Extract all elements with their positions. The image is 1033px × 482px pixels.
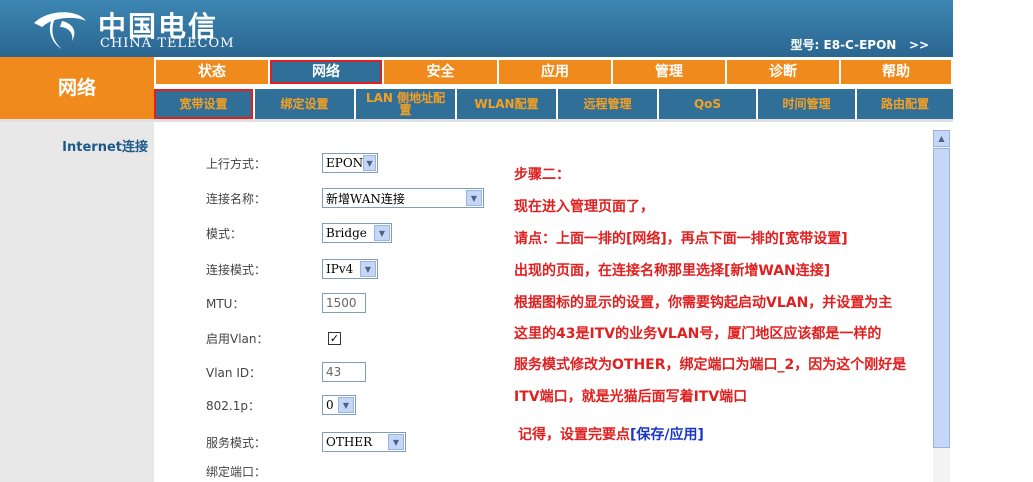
conn-name-value: 新增WAN连接 [326, 191, 405, 206]
annotation-line9-prefix: 记得，设置完要点 [518, 427, 630, 443]
subtab-broadband[interactable]: 宽带设置 [154, 89, 253, 119]
row-uplink: 上行方式： EPON ▼ [206, 152, 378, 174]
annotation-line5: 根据图标的显示的设置，你需要钩起启动VLAN，并设置为主 [514, 295, 893, 311]
content-area: 上行方式： EPON ▼ 连接名称： 新增WAN连接 ▼ 模式： Bridge … [154, 122, 933, 482]
annotation-line4: 出现的页面，在连接名称那里选择[新增WAN连接] [514, 263, 831, 279]
subtab-routing-label: 路由配置 [880, 97, 929, 111]
annotation-line9: 记得，设置完要点[保存/应用] [518, 424, 704, 444]
row-conn-name: 连接名称： 新增WAN连接 ▼ [206, 187, 484, 209]
vlan-enable-checkbox[interactable]: ✓ [328, 331, 341, 345]
uplink-value: EPON [326, 156, 364, 170]
logo-english: CHINA TELECOM [100, 36, 235, 51]
mode-select[interactable]: Bridge ▼ [322, 223, 392, 243]
header-banner: 中国电信 CHINA TELECOM 型号: E8-C-EPON >> [0, 0, 953, 57]
left-sidebar: Internet连接 [0, 122, 154, 482]
tab-diagnosis[interactable]: 诊断 [727, 60, 839, 84]
sub-nav: 宽带设置 绑定设置 LAN 侧地址配置 WLAN配置 远程管理 QoS 时间管理… [154, 88, 953, 119]
mtu-label: MTU： [206, 296, 245, 311]
row-mode: 模式： Bridge ▼ [206, 222, 392, 244]
subtab-qos[interactable]: QoS [659, 89, 756, 119]
subtab-routing[interactable]: 路由配置 [857, 89, 953, 119]
top-nav: 状态 网络 安全 应用 管理 诊断 帮助 [154, 57, 953, 87]
p8021-value: 0 [326, 398, 334, 412]
tab-status[interactable]: 状态 [156, 60, 268, 84]
model-info[interactable]: 型号: E8-C-EPON >> [791, 36, 929, 53]
vlan-id-label: Vlan ID： [206, 365, 262, 380]
chevron-down-icon[interactable]: ▼ [374, 225, 390, 241]
subtab-time-label: 时间管理 [782, 97, 831, 111]
subtab-wlan-label: WLAN配置 [474, 97, 539, 111]
chevron-down-icon[interactable]: ▼ [466, 190, 482, 206]
row-service-mode: 服务模式： OTHER ▼ [206, 431, 406, 453]
row-conn-mode: 连接模式： IPv4 ▼ [206, 258, 378, 280]
china-telecom-logo: 中国电信 CHINA TELECOM [28, 3, 248, 53]
subtab-lan-address[interactable]: LAN 侧地址配置 [356, 89, 455, 119]
annotation-line8: ITV端口，就是光猫后面写着ITV端口 [514, 389, 748, 405]
service-mode-select[interactable]: OTHER ▼ [322, 432, 406, 452]
subtab-broadband-label: 宽带设置 [179, 97, 228, 111]
conn-mode-value: IPv4 [326, 262, 354, 276]
annotation-line2: 现在进入管理页面了， [514, 199, 654, 215]
conn-mode-select[interactable]: IPv4 ▼ [322, 259, 378, 279]
annotation-line6: 这里的43是ITV的业务VLAN号，厦门地区应该都是一样的 [514, 326, 882, 342]
chevron-down-icon[interactable]: ▼ [338, 397, 354, 413]
sidebar-item-internet[interactable]: Internet连接 [62, 136, 148, 155]
chevron-down-icon[interactable]: ▼ [363, 155, 376, 171]
right-blank [953, 0, 1033, 120]
section-title: 网络 [0, 57, 154, 119]
annotation-save-apply: [保存/应用] [630, 427, 704, 443]
row-vlan-id: Vlan ID： 43 [206, 361, 366, 383]
row-vlan-enable: 启用Vlan： ✓ [206, 327, 341, 349]
subtab-remote[interactable]: 远程管理 [558, 89, 657, 119]
subtab-remote-label: 远程管理 [583, 97, 632, 111]
subtab-lan-address-label: LAN 侧地址配置 [365, 91, 446, 117]
tab-management[interactable]: 管理 [613, 60, 725, 84]
mtu-input[interactable]: 1500 [322, 293, 366, 313]
conn-name-select[interactable]: 新增WAN连接 ▼ [322, 188, 484, 208]
tab-help[interactable]: 帮助 [841, 60, 951, 84]
row-mtu: MTU： 1500 [206, 292, 366, 314]
subtab-binding-label: 绑定设置 [280, 97, 329, 111]
conn-mode-label: 连接模式： [206, 262, 267, 277]
service-mode-value: OTHER [326, 435, 373, 449]
vlan-enable-label: 启用Vlan： [206, 331, 269, 346]
bind-port-label: 绑定端口： [206, 464, 267, 479]
subtab-binding[interactable]: 绑定设置 [255, 89, 354, 119]
row-8021p: 802.1p： 0 ▼ [206, 394, 356, 416]
subtab-qos-label: QoS [693, 97, 722, 111]
chevron-up-icon[interactable]: ▲ [933, 130, 950, 147]
tab-security[interactable]: 安全 [384, 60, 497, 84]
vlan-id-input[interactable]: 43 [322, 362, 366, 382]
chevron-down-icon[interactable]: ▼ [388, 434, 404, 450]
uplink-label: 上行方式： [206, 156, 267, 171]
subtab-wlan[interactable]: WLAN配置 [457, 89, 556, 119]
annotation-line3: 请点：上面一排的[网络]，再点下面一排的[宽带设置] [514, 231, 848, 247]
uplink-select[interactable]: EPON ▼ [322, 153, 378, 173]
mode-label: 模式： [206, 226, 243, 241]
chevron-down-icon[interactable]: ▼ [360, 261, 376, 277]
row-bind-port: 绑定端口： [206, 460, 322, 482]
scrollbar-thumb[interactable] [933, 148, 950, 448]
annotation-step: 步骤二： [514, 167, 570, 183]
p8021-label: 802.1p： [206, 398, 260, 413]
annotation-line7: 服务模式修改为OTHER，绑定端口为端口_2，因为这个刚好是 [514, 357, 907, 373]
mode-value: Bridge [326, 226, 367, 240]
p8021-select[interactable]: 0 ▼ [322, 395, 356, 415]
tab-network[interactable]: 网络 [270, 60, 382, 84]
tab-application[interactable]: 应用 [499, 60, 611, 84]
subtab-time[interactable]: 时间管理 [758, 89, 855, 119]
service-mode-label: 服务模式： [206, 435, 267, 450]
conn-name-label: 连接名称： [206, 191, 267, 206]
telecom-swirl-icon [34, 12, 86, 49]
vertical-scrollbar[interactable]: ▲ [933, 130, 950, 482]
